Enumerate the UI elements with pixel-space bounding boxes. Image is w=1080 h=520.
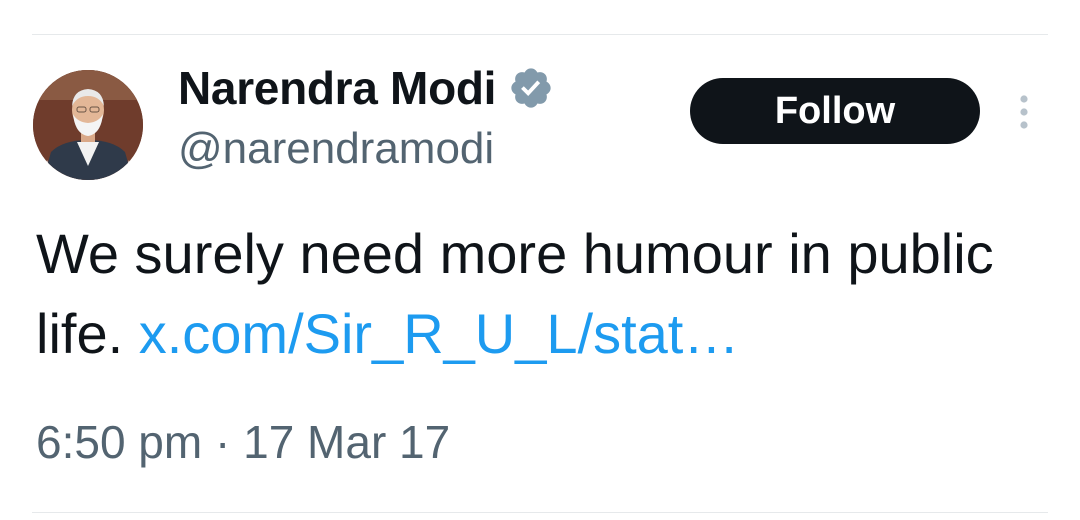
top-divider [32, 34, 1048, 35]
tweet-text: We surely need more humour in public lif… [36, 214, 1046, 374]
tweet-card: Narendra Modi @narendramodi Follow We su… [0, 0, 1080, 520]
bottom-divider [32, 512, 1048, 513]
more-vertical-icon[interactable] [1012, 92, 1036, 132]
tweet-link[interactable]: x.com/Sir_R_U_L/stat… [139, 302, 740, 365]
author-handle[interactable]: @narendramodi [178, 124, 494, 174]
meta-separator: · [215, 416, 231, 468]
avatar-image [33, 70, 143, 180]
tweet-time: 6:50 pm [36, 416, 203, 468]
verified-badge-icon [511, 68, 551, 108]
author-display-name[interactable]: Narendra Modi [178, 61, 496, 115]
tweet-date: 17 Mar 17 [243, 416, 451, 468]
avatar[interactable] [33, 70, 143, 180]
tweet-timestamp[interactable]: 6:50 pm · 17 Mar 17 [36, 415, 450, 469]
follow-button[interactable]: Follow [690, 78, 980, 144]
author-name-row: Narendra Modi [178, 58, 554, 118]
